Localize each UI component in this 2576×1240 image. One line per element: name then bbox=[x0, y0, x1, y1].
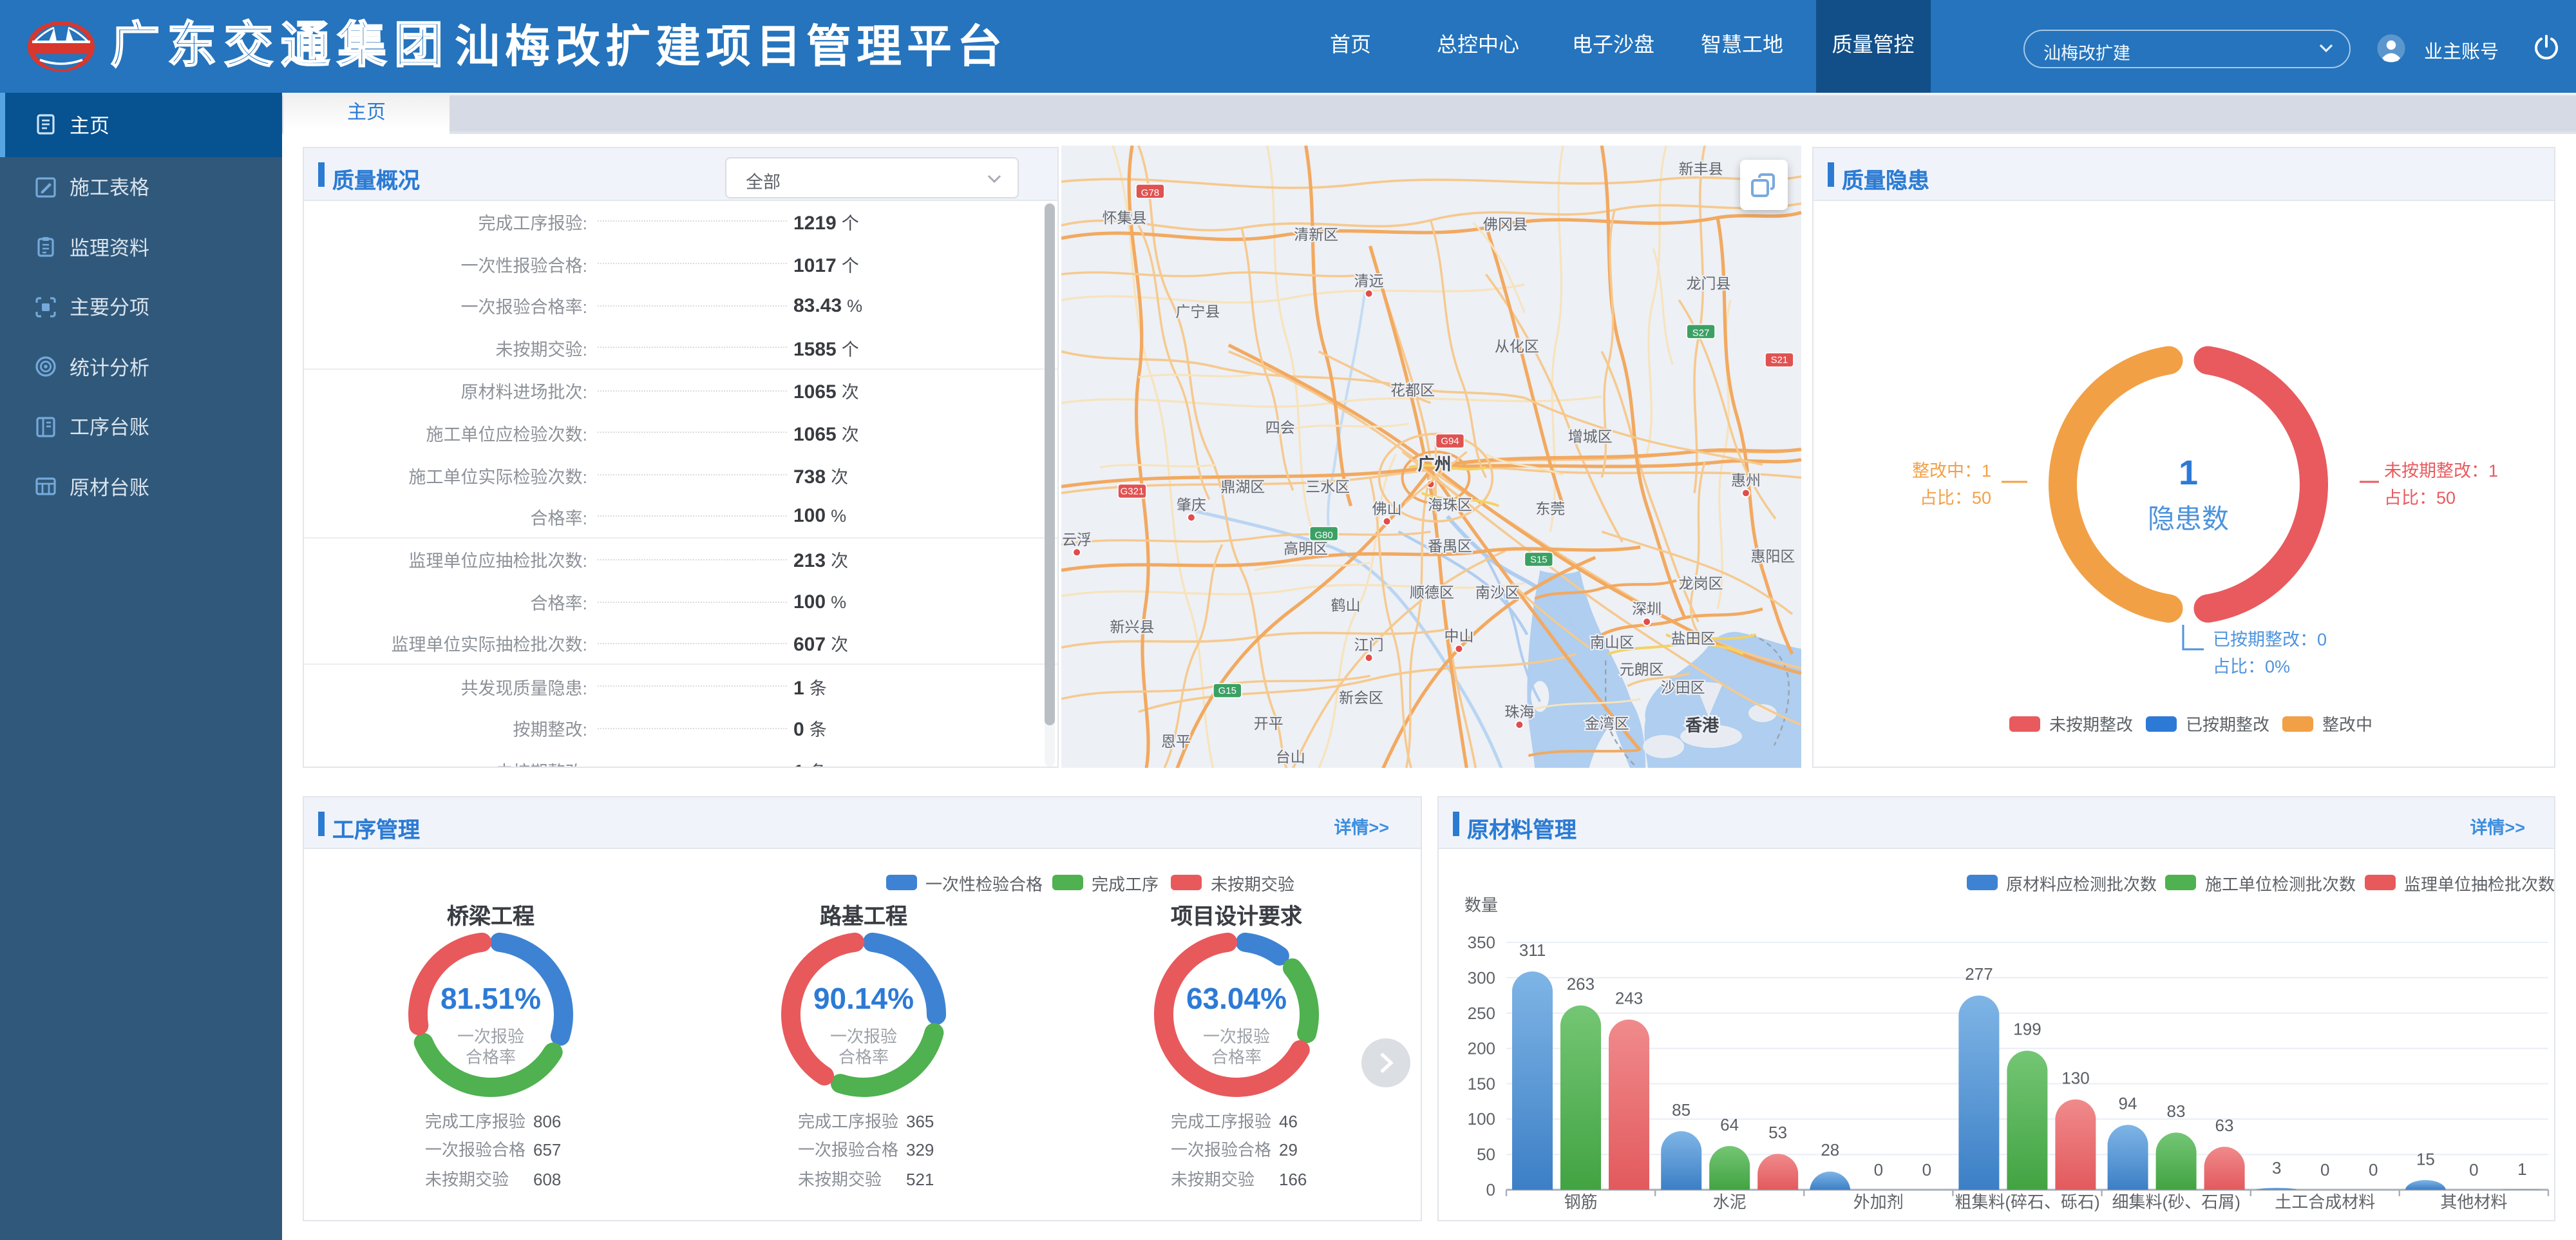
svg-text:新丰县: 新丰县 bbox=[1679, 160, 1723, 176]
svg-text:龙门县: 龙门县 bbox=[1687, 274, 1731, 291]
svg-text:15: 15 bbox=[2416, 1149, 2435, 1168]
svg-text:150: 150 bbox=[1468, 1073, 1495, 1092]
svg-text:惠州: 惠州 bbox=[1731, 471, 1761, 488]
svg-text:佛冈县: 佛冈县 bbox=[1483, 215, 1528, 232]
svg-text:金湾区: 金湾区 bbox=[1585, 714, 1629, 731]
svg-text:元朗区: 元朗区 bbox=[1620, 660, 1664, 677]
svg-text:S15: S15 bbox=[1530, 553, 1548, 564]
svg-text:怀集县: 怀集县 bbox=[1103, 209, 1147, 225]
svg-text:G80: G80 bbox=[1315, 529, 1333, 540]
svg-text:龙岗区: 龙岗区 bbox=[1679, 574, 1723, 591]
svg-text:1: 1 bbox=[2517, 1159, 2526, 1178]
svg-text:其他材料: 其他材料 bbox=[2440, 1192, 2507, 1211]
svg-text:63: 63 bbox=[2215, 1115, 2234, 1134]
svg-text:311: 311 bbox=[1519, 940, 1546, 959]
svg-text:数量: 数量 bbox=[1464, 895, 1498, 914]
svg-text:130: 130 bbox=[2061, 1067, 2089, 1087]
svg-text:四会: 四会 bbox=[1265, 419, 1295, 435]
svg-text:0: 0 bbox=[1486, 1179, 1495, 1199]
svg-text:番禺区: 番禺区 bbox=[1428, 537, 1472, 553]
svg-text:清新区: 清新区 bbox=[1294, 225, 1338, 242]
svg-text:S27: S27 bbox=[1692, 327, 1710, 338]
svg-text:250: 250 bbox=[1468, 1003, 1495, 1022]
svg-text:顺德区: 顺德区 bbox=[1410, 583, 1454, 600]
svg-text:增城区: 增城区 bbox=[1568, 428, 1613, 444]
svg-text:3: 3 bbox=[2272, 1158, 2281, 1177]
svg-text:新会区: 新会区 bbox=[1339, 689, 1383, 705]
svg-text:云浮: 云浮 bbox=[1062, 530, 1092, 547]
svg-text:G15: G15 bbox=[1218, 685, 1236, 696]
svg-text:85: 85 bbox=[1672, 1100, 1690, 1119]
svg-text:南沙区: 南沙区 bbox=[1475, 583, 1520, 600]
svg-text:东莞: 东莞 bbox=[1535, 499, 1565, 516]
svg-text:300: 300 bbox=[1468, 968, 1495, 987]
svg-text:惠阳区: 惠阳区 bbox=[1750, 547, 1795, 564]
svg-text:台山: 台山 bbox=[1276, 748, 1305, 765]
svg-text:200: 200 bbox=[1468, 1038, 1495, 1058]
svg-text:花都区: 花都区 bbox=[1390, 381, 1435, 398]
svg-text:94: 94 bbox=[2119, 1093, 2137, 1112]
svg-text:深圳: 深圳 bbox=[1632, 600, 1662, 616]
svg-text:53: 53 bbox=[1768, 1122, 1787, 1141]
svg-text:恩平: 恩平 bbox=[1161, 732, 1191, 749]
svg-text:新兴县: 新兴县 bbox=[1110, 618, 1155, 634]
svg-text:中山: 中山 bbox=[1444, 627, 1473, 644]
svg-text:64: 64 bbox=[1720, 1114, 1739, 1134]
svg-text:香港: 香港 bbox=[1685, 715, 1719, 734]
svg-text:广州: 广州 bbox=[1418, 453, 1452, 473]
svg-text:199: 199 bbox=[2013, 1019, 2041, 1038]
svg-text:从化区: 从化区 bbox=[1495, 338, 1539, 354]
svg-text:0: 0 bbox=[1874, 1159, 1883, 1179]
svg-text:南山区: 南山区 bbox=[1590, 633, 1634, 650]
svg-text:盐田区: 盐田区 bbox=[1671, 629, 1716, 646]
svg-text:外加剂: 外加剂 bbox=[1853, 1192, 1904, 1211]
svg-text:清远: 清远 bbox=[1354, 272, 1384, 289]
svg-text:水泥: 水泥 bbox=[1713, 1192, 1747, 1211]
svg-text:100: 100 bbox=[1468, 1109, 1495, 1128]
svg-text:鼎湖区: 鼎湖区 bbox=[1220, 477, 1265, 494]
svg-text:三水区: 三水区 bbox=[1305, 477, 1350, 494]
svg-text:G94: G94 bbox=[1441, 435, 1459, 446]
svg-text:肇庆: 肇庆 bbox=[1177, 495, 1206, 512]
svg-text:沙田区: 沙田区 bbox=[1661, 678, 1705, 695]
svg-text:细集料(砂、石屑): 细集料(砂、石屑) bbox=[2112, 1192, 2240, 1211]
svg-text:0: 0 bbox=[1922, 1159, 1931, 1179]
svg-text:0: 0 bbox=[2469, 1159, 2478, 1179]
svg-text:277: 277 bbox=[1965, 964, 1993, 983]
svg-text:350: 350 bbox=[1468, 932, 1495, 951]
svg-text:83: 83 bbox=[2167, 1101, 2186, 1120]
svg-text:开平: 开平 bbox=[1254, 714, 1283, 731]
svg-text:海珠区: 海珠区 bbox=[1428, 495, 1472, 512]
svg-text:珠海: 珠海 bbox=[1504, 703, 1534, 720]
svg-text:土工合成材料: 土工合成材料 bbox=[2275, 1192, 2375, 1211]
svg-text:钢筋: 钢筋 bbox=[1564, 1192, 1598, 1211]
svg-text:S21: S21 bbox=[1771, 354, 1788, 365]
svg-text:G321: G321 bbox=[1121, 485, 1144, 496]
svg-text:鹤山: 鹤山 bbox=[1331, 596, 1361, 613]
svg-text:243: 243 bbox=[1615, 987, 1643, 1007]
svg-text:0: 0 bbox=[2369, 1159, 2378, 1179]
svg-text:广宁县: 广宁县 bbox=[1175, 303, 1220, 320]
svg-text:G78: G78 bbox=[1141, 187, 1159, 198]
svg-text:粗集料(碎石、砾石): 粗集料(碎石、砾石) bbox=[1955, 1192, 2099, 1211]
svg-text:江门: 江门 bbox=[1354, 636, 1384, 653]
svg-text:28: 28 bbox=[1821, 1140, 1839, 1159]
svg-text:263: 263 bbox=[1567, 973, 1595, 993]
svg-text:佛山: 佛山 bbox=[1372, 499, 1402, 516]
svg-text:高明区: 高明区 bbox=[1283, 539, 1328, 556]
svg-text:0: 0 bbox=[2320, 1159, 2329, 1179]
svg-text:50: 50 bbox=[1477, 1144, 1495, 1163]
